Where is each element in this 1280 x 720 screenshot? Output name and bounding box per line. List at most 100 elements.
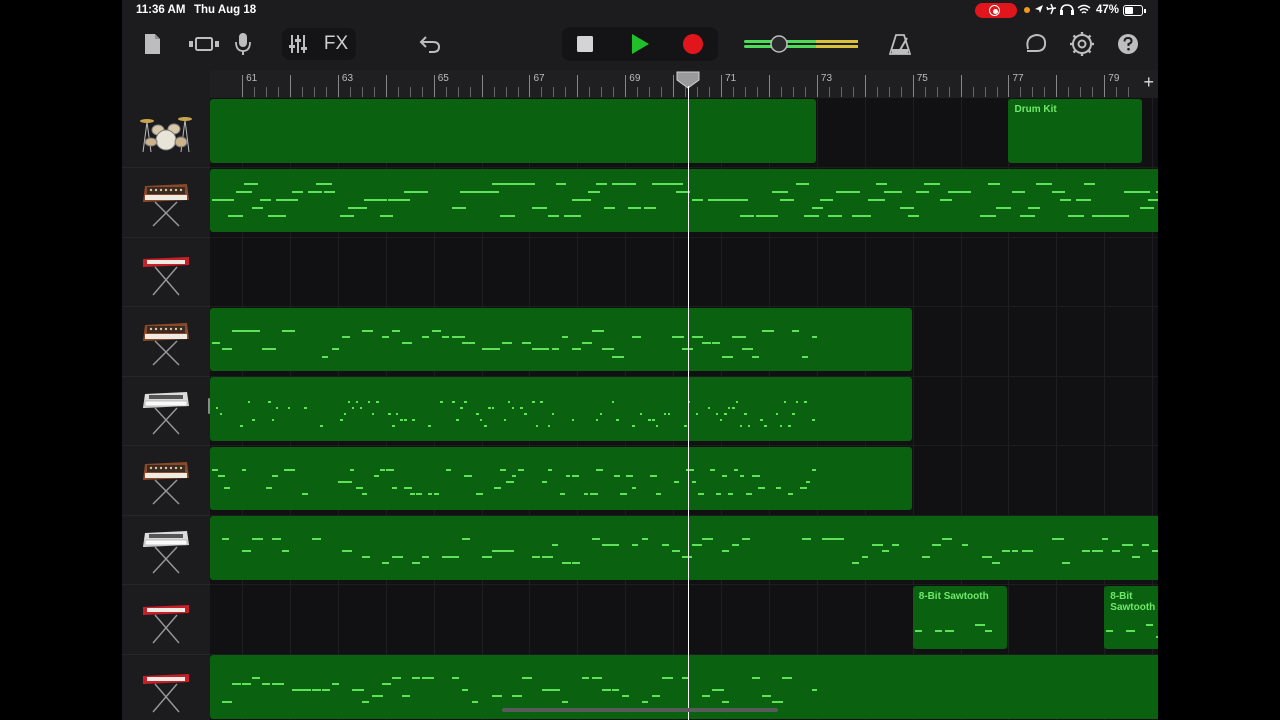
ruler-tick [816, 75, 818, 97]
help-icon[interactable] [1114, 30, 1142, 58]
midi-note [698, 492, 705, 495]
midi-region[interactable] [210, 99, 816, 163]
screen-record-icon[interactable] [975, 3, 1017, 18]
midi-note [442, 556, 453, 558]
midi-note [322, 689, 330, 691]
midi-note [380, 468, 386, 471]
midi-note [996, 206, 1011, 209]
ruler-tick [409, 87, 411, 97]
ruler-tick [888, 87, 890, 97]
stop-button[interactable] [572, 32, 598, 56]
midi-note [722, 550, 730, 552]
track-header-synth-keyboard[interactable] [122, 168, 210, 238]
midi-note [492, 407, 495, 409]
midi-note [596, 468, 604, 471]
midi-note [536, 425, 539, 427]
midi-note [612, 689, 620, 691]
midi-note [316, 182, 333, 185]
loop-browser-icon[interactable] [1022, 30, 1050, 58]
ruler-tick [804, 87, 806, 97]
midi-region[interactable]: 8-Bit Sawtooth [912, 585, 1008, 649]
midi-note [792, 329, 800, 332]
midi-note [748, 425, 751, 427]
ruler-tick [242, 75, 244, 97]
browser-view-icon[interactable] [186, 32, 222, 56]
track-header-red-keyboard[interactable] [122, 585, 210, 655]
midi-note [492, 347, 501, 350]
midi-note [244, 182, 258, 185]
midi-note [696, 413, 699, 415]
ruler-tick [541, 87, 543, 97]
record-button[interactable] [680, 31, 706, 57]
metronome-icon[interactable] [886, 30, 914, 58]
settings-gear-icon[interactable] [1068, 30, 1096, 58]
track-header-synth-keyboard[interactable] [122, 307, 210, 377]
midi-note [402, 695, 411, 697]
track-lane[interactable] [210, 585, 1158, 655]
midi-region[interactable] [210, 377, 912, 441]
midi-note [380, 214, 393, 217]
ruler-tick [864, 75, 866, 97]
midi-note [216, 407, 219, 409]
midi-note [242, 683, 252, 685]
midi-region[interactable] [210, 446, 912, 510]
midi-note [1084, 182, 1096, 185]
midi-region[interactable]: Drum Kit [1008, 99, 1142, 163]
microphone-icon[interactable] [232, 30, 254, 58]
midi-note [612, 544, 619, 546]
midi-note [942, 538, 952, 540]
midi-region[interactable]: 8-Bit Sawtooth [1104, 585, 1158, 649]
midi-note [252, 206, 264, 209]
ruler-tick [397, 87, 399, 97]
midi-region[interactable] [210, 516, 1158, 580]
midi-note [1142, 544, 1150, 546]
midi-note [720, 419, 723, 421]
midi-note [500, 214, 515, 217]
ruler-tick [984, 87, 986, 97]
my-songs-icon[interactable] [140, 30, 164, 58]
track-header-synth-keyboard[interactable] [122, 446, 210, 516]
midi-note [482, 347, 492, 350]
midi-note [980, 214, 997, 217]
track-header-white-keyboard[interactable] [122, 376, 210, 446]
midi-note [356, 486, 363, 489]
midi-note [392, 329, 401, 332]
midi-region[interactable] [210, 168, 1158, 232]
midi-note [548, 468, 553, 471]
track-header-resize-grip[interactable] [208, 398, 210, 414]
midi-note [640, 413, 643, 415]
midi-note [410, 492, 415, 495]
track-header-white-keyboard[interactable] [122, 515, 210, 585]
ruler-tick [1032, 87, 1034, 97]
midi-note [1132, 190, 1150, 193]
midi-note [422, 677, 434, 679]
midi-region[interactable] [210, 307, 912, 371]
ruler-tick [445, 87, 447, 97]
track-header-drum-kit[interactable] [122, 98, 210, 168]
midi-note [662, 544, 670, 546]
midi-note [776, 413, 779, 415]
track-header-red-keyboard[interactable] [122, 237, 210, 307]
midi-note [702, 538, 714, 540]
track-area[interactable]: Drum Kit 8-Bit Sawtooth 8-Bit Sawtooth [210, 98, 1158, 720]
midi-note [522, 677, 533, 679]
play-button[interactable] [625, 31, 655, 57]
mixer-icon[interactable] [286, 30, 310, 58]
midi-note [532, 401, 535, 403]
ruler-tick [457, 87, 459, 97]
track-header-red-keyboard[interactable] [122, 654, 210, 720]
midi-note [588, 190, 601, 193]
add-section-button[interactable]: + [1143, 72, 1154, 93]
midi-note [788, 425, 791, 427]
midi-note [282, 329, 295, 332]
track-lane[interactable] [210, 237, 1158, 307]
undo-icon[interactable] [416, 30, 444, 58]
fx-button[interactable]: FX [320, 30, 352, 58]
midi-note [252, 677, 261, 679]
master-volume-slider[interactable] [742, 32, 862, 56]
midi-note [392, 486, 397, 489]
midi-note [620, 492, 627, 495]
ruler-bar-number: 65 [437, 73, 449, 84]
midi-note [764, 214, 779, 217]
midi-note [532, 206, 548, 209]
